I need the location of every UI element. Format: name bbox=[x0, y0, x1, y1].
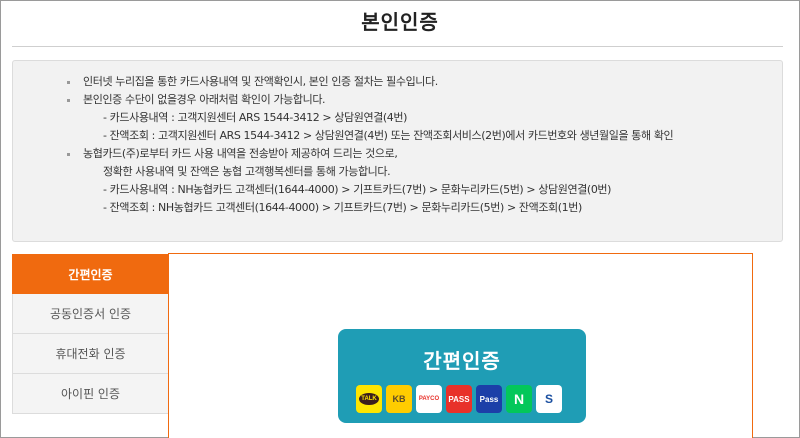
naver-icon: N bbox=[506, 385, 532, 413]
easy-auth-provider-icons: TALK KB PAYCO PASS Pass N S bbox=[356, 385, 562, 413]
kakao-icon: TALK bbox=[356, 385, 382, 413]
tab-ipin-auth[interactable]: 아이핀 인증 bbox=[12, 374, 169, 414]
easy-auth-button[interactable]: 간편인증 TALK KB PAYCO PASS Pass N S bbox=[338, 329, 586, 423]
auth-tab-list: 간편인증 공동인증서 인증 휴대전화 인증 아이핀 인증 bbox=[12, 254, 169, 438]
payco-icon: PAYCO bbox=[416, 385, 442, 413]
kb-icon: KB bbox=[386, 385, 412, 413]
tab-certificate-auth[interactable]: 공동인증서 인증 bbox=[12, 294, 169, 334]
title-divider bbox=[12, 46, 783, 47]
tab-phone-auth[interactable]: 휴대전화 인증 bbox=[12, 334, 169, 374]
notice-row: - 잔액조회 : NH농협카드 고객센터(1644-4000) > 기프트카드(… bbox=[103, 201, 582, 214]
shinhan-icon: S bbox=[536, 385, 562, 413]
notice-row: - 잔액조회 : 고객지원센터 ARS 1544-3412 > 상담원연결(4번… bbox=[103, 129, 674, 142]
easy-auth-label: 간편인증 bbox=[423, 349, 501, 373]
notice-row: 농협카드(주)로부터 카드 사용 내역을 전송받아 제공하여 드리는 것으로, bbox=[67, 145, 782, 163]
samsung-pass-icon: Pass bbox=[476, 385, 502, 413]
notice-row: 본인인증 수단이 없을경우 아래처럼 확인이 가능합니다. bbox=[67, 91, 782, 109]
notice-row: - 카드사용내역 : NH농협카드 고객센터(1644-4000) > 기프트카… bbox=[103, 183, 612, 196]
notice-box: 인터넷 누리집을 통한 카드사용내역 및 잔액확인시, 본인 인증 절차는 필수… bbox=[12, 60, 783, 242]
tab-easy-auth[interactable]: 간편인증 bbox=[12, 254, 169, 294]
notice-row: 정확한 사용내역 및 잔액은 농협 고객행복센터를 통해 가능합니다. bbox=[103, 165, 391, 178]
notice-row: - 카드사용내역 : 고객지원센터 ARS 1544-3412 > 상담원연결(… bbox=[103, 111, 408, 124]
page-title: 본인인증 bbox=[361, 10, 439, 34]
pass-icon: PASS bbox=[446, 385, 472, 413]
notice-row: 인터넷 누리집을 통한 카드사용내역 및 잔액확인시, 본인 인증 절차는 필수… bbox=[67, 73, 782, 91]
